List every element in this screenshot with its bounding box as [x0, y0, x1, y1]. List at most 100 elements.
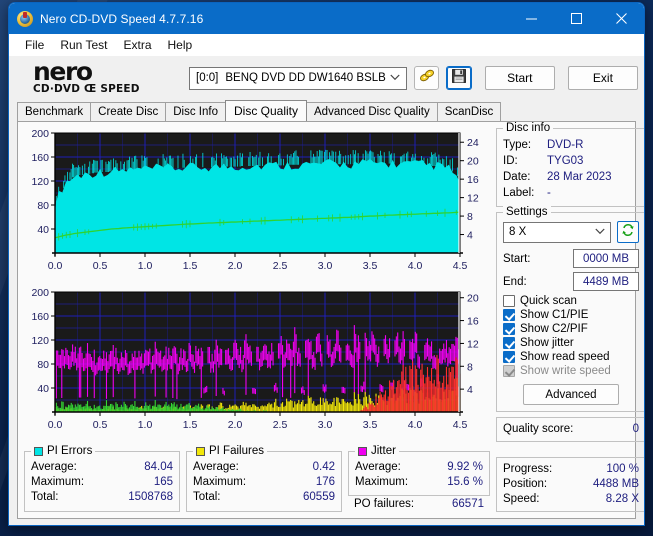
disc-date-value: 28 Mar 2023: [547, 171, 612, 183]
tab-disc-quality[interactable]: Disc Quality: [225, 100, 308, 121]
stat-row: Average: 0.42: [193, 460, 335, 475]
svg-text:20: 20: [467, 156, 479, 168]
stat-key: Average:: [31, 461, 77, 473]
svg-text:120: 120: [31, 176, 49, 188]
progress-box: Progress: 100 % Position: 4488 MB Speed: 8.…: [496, 457, 644, 512]
svg-text:2.0: 2.0: [228, 260, 243, 272]
menu-extra[interactable]: Extra: [115, 36, 159, 54]
stat-row: Average: 9.92 %: [355, 460, 483, 475]
refresh-button[interactable]: [617, 221, 639, 243]
start-button[interactable]: Start: [484, 66, 555, 90]
svg-text:16: 16: [467, 174, 479, 186]
chevron-down-icon: [595, 227, 605, 237]
checkbox-show-read-speed[interactable]: Show read speed: [503, 351, 639, 363]
checkbox-quick-scan[interactable]: Quick scan: [503, 295, 639, 307]
checkbox-show-c2-pif[interactable]: Show C2/PIF: [503, 323, 639, 335]
end-field-row: End: 4489 MB: [503, 272, 639, 291]
menu-help[interactable]: Help: [160, 36, 201, 54]
checkbox-label: Show jitter: [520, 337, 574, 349]
drive-index: [0:0]: [196, 72, 219, 84]
checkbox-icon: [503, 295, 515, 307]
checkbox-label: Show write speed: [520, 365, 611, 377]
maximize-button[interactable]: [554, 3, 599, 34]
quality-score-value: 0: [632, 423, 639, 435]
position-row: Position: 4488 MB: [503, 477, 639, 492]
disc-label-value: -: [547, 187, 551, 199]
jitter-color-swatch: [358, 446, 367, 456]
stat-value: 9.92 %: [447, 461, 483, 473]
checkbox-label: Show read speed: [520, 351, 610, 363]
checkbox-show-c1-pie[interactable]: Show C1/PIE: [503, 309, 639, 321]
svg-text:3.5: 3.5: [363, 260, 378, 272]
disc-info-group: Disc info Type: DVD-R ID: TYG03 Date: 28 Ma…: [496, 122, 644, 207]
jitter-legend-label: Jitter: [371, 445, 396, 457]
advanced-button[interactable]: Advanced: [523, 384, 619, 405]
progress-value: 100 %: [606, 463, 639, 475]
settings-group: Settings 8 X Start: 0000 MB End: 4489 MB…: [496, 206, 644, 412]
stat-row: Maximum: 176: [193, 475, 335, 490]
svg-text:160: 160: [31, 152, 49, 164]
jitter-stats-wrap: Jitter Average: 9.92 % Maximum: 15.6 % PO …: [348, 445, 490, 512]
menu-file[interactable]: File: [17, 36, 52, 54]
start-input[interactable]: 0000 MB: [573, 249, 639, 268]
tab-benchmark[interactable]: Benchmark: [17, 102, 92, 121]
stat-key: Maximum:: [355, 476, 409, 488]
pi-failures-stats: PI Failures Average: 0.42 Maximum: 176 Tot…: [186, 445, 342, 512]
speed-value: 8 X: [509, 226, 527, 238]
pi-failures-legend: PI Failures: [193, 445, 267, 457]
end-input[interactable]: 4489 MB: [573, 272, 639, 291]
checkbox-icon: [503, 323, 515, 335]
title-bar: Nero CD-DVD Speed 4.7.7.16: [9, 3, 644, 34]
drive-name: BENQ DVD DD DW1640 BSLB: [225, 72, 386, 84]
menu-run-test[interactable]: Run Test: [52, 36, 115, 54]
chevron-down-icon: [390, 73, 400, 83]
checkbox-label: Quick scan: [520, 295, 577, 307]
stat-value: 60559: [303, 491, 335, 503]
pi-errors-legend: PI Errors: [31, 445, 96, 457]
logo-subtitle: CD·DVD Œ SPEED: [33, 83, 140, 95]
svg-text:4.5: 4.5: [453, 260, 468, 272]
disc-date-row: Date: 28 Mar 2023: [503, 169, 639, 185]
pi-errors-chart[interactable]: 40 80 120 160 200 4 8 12 16 20 24 0.0 0.5 1.0 1.5 2.0 2.…: [24, 128, 490, 283]
exit-button[interactable]: Exit: [567, 66, 638, 90]
refresh-icon: [621, 223, 635, 242]
floppy-save-icon: [452, 68, 466, 88]
position-value: 4488 MB: [592, 478, 639, 490]
pi-errors-color-swatch: [34, 446, 43, 456]
save-button[interactable]: [446, 66, 472, 90]
tab-create-disc[interactable]: Create Disc: [90, 102, 167, 121]
stat-value: 15.6 %: [447, 476, 483, 488]
disc-label-row: Label: -: [503, 185, 639, 201]
checkbox-show-jitter[interactable]: Show jitter: [503, 337, 639, 349]
tab-disc-info[interactable]: Disc Info: [165, 102, 226, 121]
stat-key: Maximum:: [193, 476, 247, 488]
jitter-legend: Jitter: [355, 445, 399, 457]
tab-scandisc[interactable]: ScanDisc: [436, 102, 502, 121]
drive-select[interactable]: [0:0] BENQ DVD DD DW1640 BSLB: [189, 66, 407, 90]
stat-value: 1508768: [128, 491, 173, 503]
window-title: Nero CD-DVD Speed 4.7.7.16: [40, 11, 204, 26]
start-label: Start:: [503, 252, 531, 265]
svg-text:1.5: 1.5: [183, 260, 198, 272]
svg-text:20: 20: [467, 293, 479, 305]
minimize-button[interactable]: [509, 3, 554, 34]
svg-text:120: 120: [31, 335, 49, 347]
svg-text:80: 80: [37, 359, 49, 371]
disc-type-value: DVD-R: [547, 139, 584, 151]
position-label: Position:: [503, 478, 548, 490]
side-panel: Disc info Type: DVD-R ID: TYG03 Date: 28 Ma…: [496, 122, 644, 512]
close-button[interactable]: [599, 3, 644, 34]
disc-id-value: TYG03: [547, 155, 584, 167]
speed-select[interactable]: 8 X: [503, 221, 611, 243]
svg-text:80: 80: [37, 200, 49, 212]
stat-value: 84.04: [144, 461, 173, 473]
jitter-pif-chart[interactable]: 40 80 120 160 200 4 8 12 16 20 0.0 0.5 1.0 1.5 2.0 2.5 3…: [24, 287, 490, 442]
disc-eject-button[interactable]: [414, 66, 440, 90]
svg-text:1.0: 1.0: [138, 260, 153, 272]
tab-advanced-disc-quality[interactable]: Advanced Disc Quality: [306, 102, 438, 121]
toolbar: nero CD·DVD Œ SPEED [0:0] BENQ DVD DD DW…: [9, 56, 644, 100]
settings-legend: Settings: [503, 206, 551, 218]
stat-value: 165: [153, 476, 173, 488]
svg-text:8: 8: [467, 361, 473, 373]
svg-text:1.5: 1.5: [183, 419, 198, 431]
